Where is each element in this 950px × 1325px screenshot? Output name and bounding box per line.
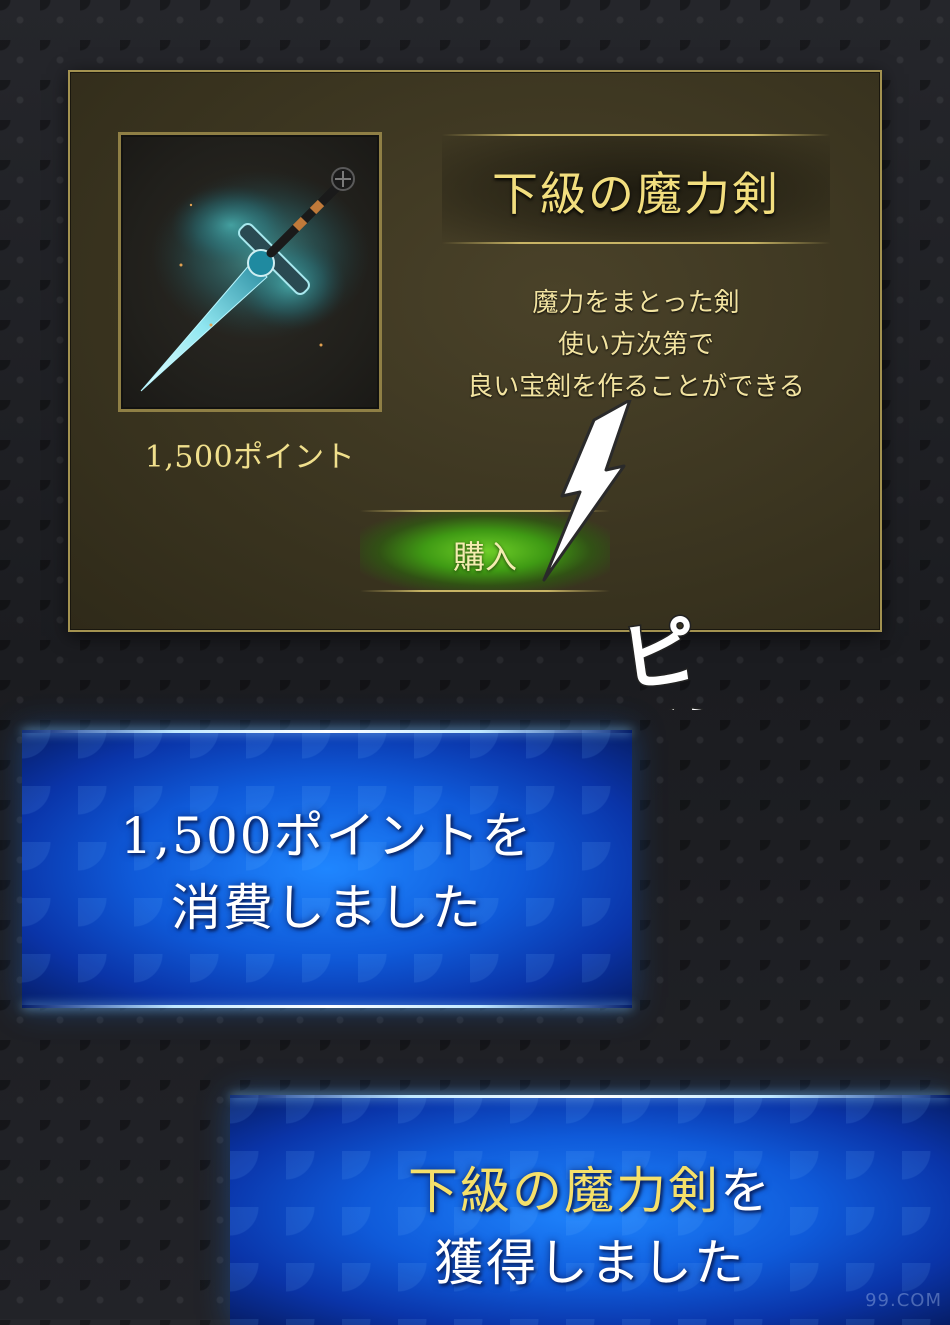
item-name-plate: 下級の魔力剣 bbox=[442, 134, 830, 244]
description-line: 良い宝剣を作ることができる bbox=[467, 372, 805, 402]
points-spent-banner: 1,500ポイントを 消費しました bbox=[22, 730, 632, 1008]
buy-button[interactable]: 購入 bbox=[360, 510, 610, 592]
item-acquired-banner: 下級の魔力剣を 獲得しました bbox=[230, 1095, 950, 1325]
banner-line: 1,500ポイントを bbox=[120, 807, 534, 865]
banner-message: 1,500ポイントを 消費しました bbox=[22, 800, 632, 944]
acquired-item-name: 下級の魔力剣 bbox=[408, 1162, 720, 1220]
buy-button-label: 購入 bbox=[452, 538, 517, 576]
description-line: 使い方次第で bbox=[557, 330, 714, 360]
item-price: 1,500ポイント bbox=[144, 440, 356, 475]
shop-item-panel: 1,500ポイント 下級の魔力剣 魔力をまとった剣 使い方次第で 良い宝剣を作る… bbox=[68, 70, 882, 632]
item-image-frame bbox=[118, 132, 382, 412]
sword-icon bbox=[140, 167, 371, 392]
item-name: 下級の魔力剣 bbox=[492, 167, 780, 221]
banner-line: 消費しました bbox=[171, 879, 483, 937]
banner-message: 下級の魔力剣を 獲得しました bbox=[230, 1155, 950, 1299]
banner-line: 下級の魔力剣を bbox=[230, 1155, 950, 1227]
watermark: 99.COM bbox=[865, 1290, 942, 1311]
banner-suffix: を bbox=[720, 1162, 772, 1220]
item-description: 魔力をまとった剣 使い方次第で 良い宝剣を作ることができる bbox=[410, 282, 862, 408]
description-line: 魔力をまとった剣 bbox=[532, 288, 740, 318]
banner-line: 獲得しました bbox=[434, 1234, 746, 1292]
